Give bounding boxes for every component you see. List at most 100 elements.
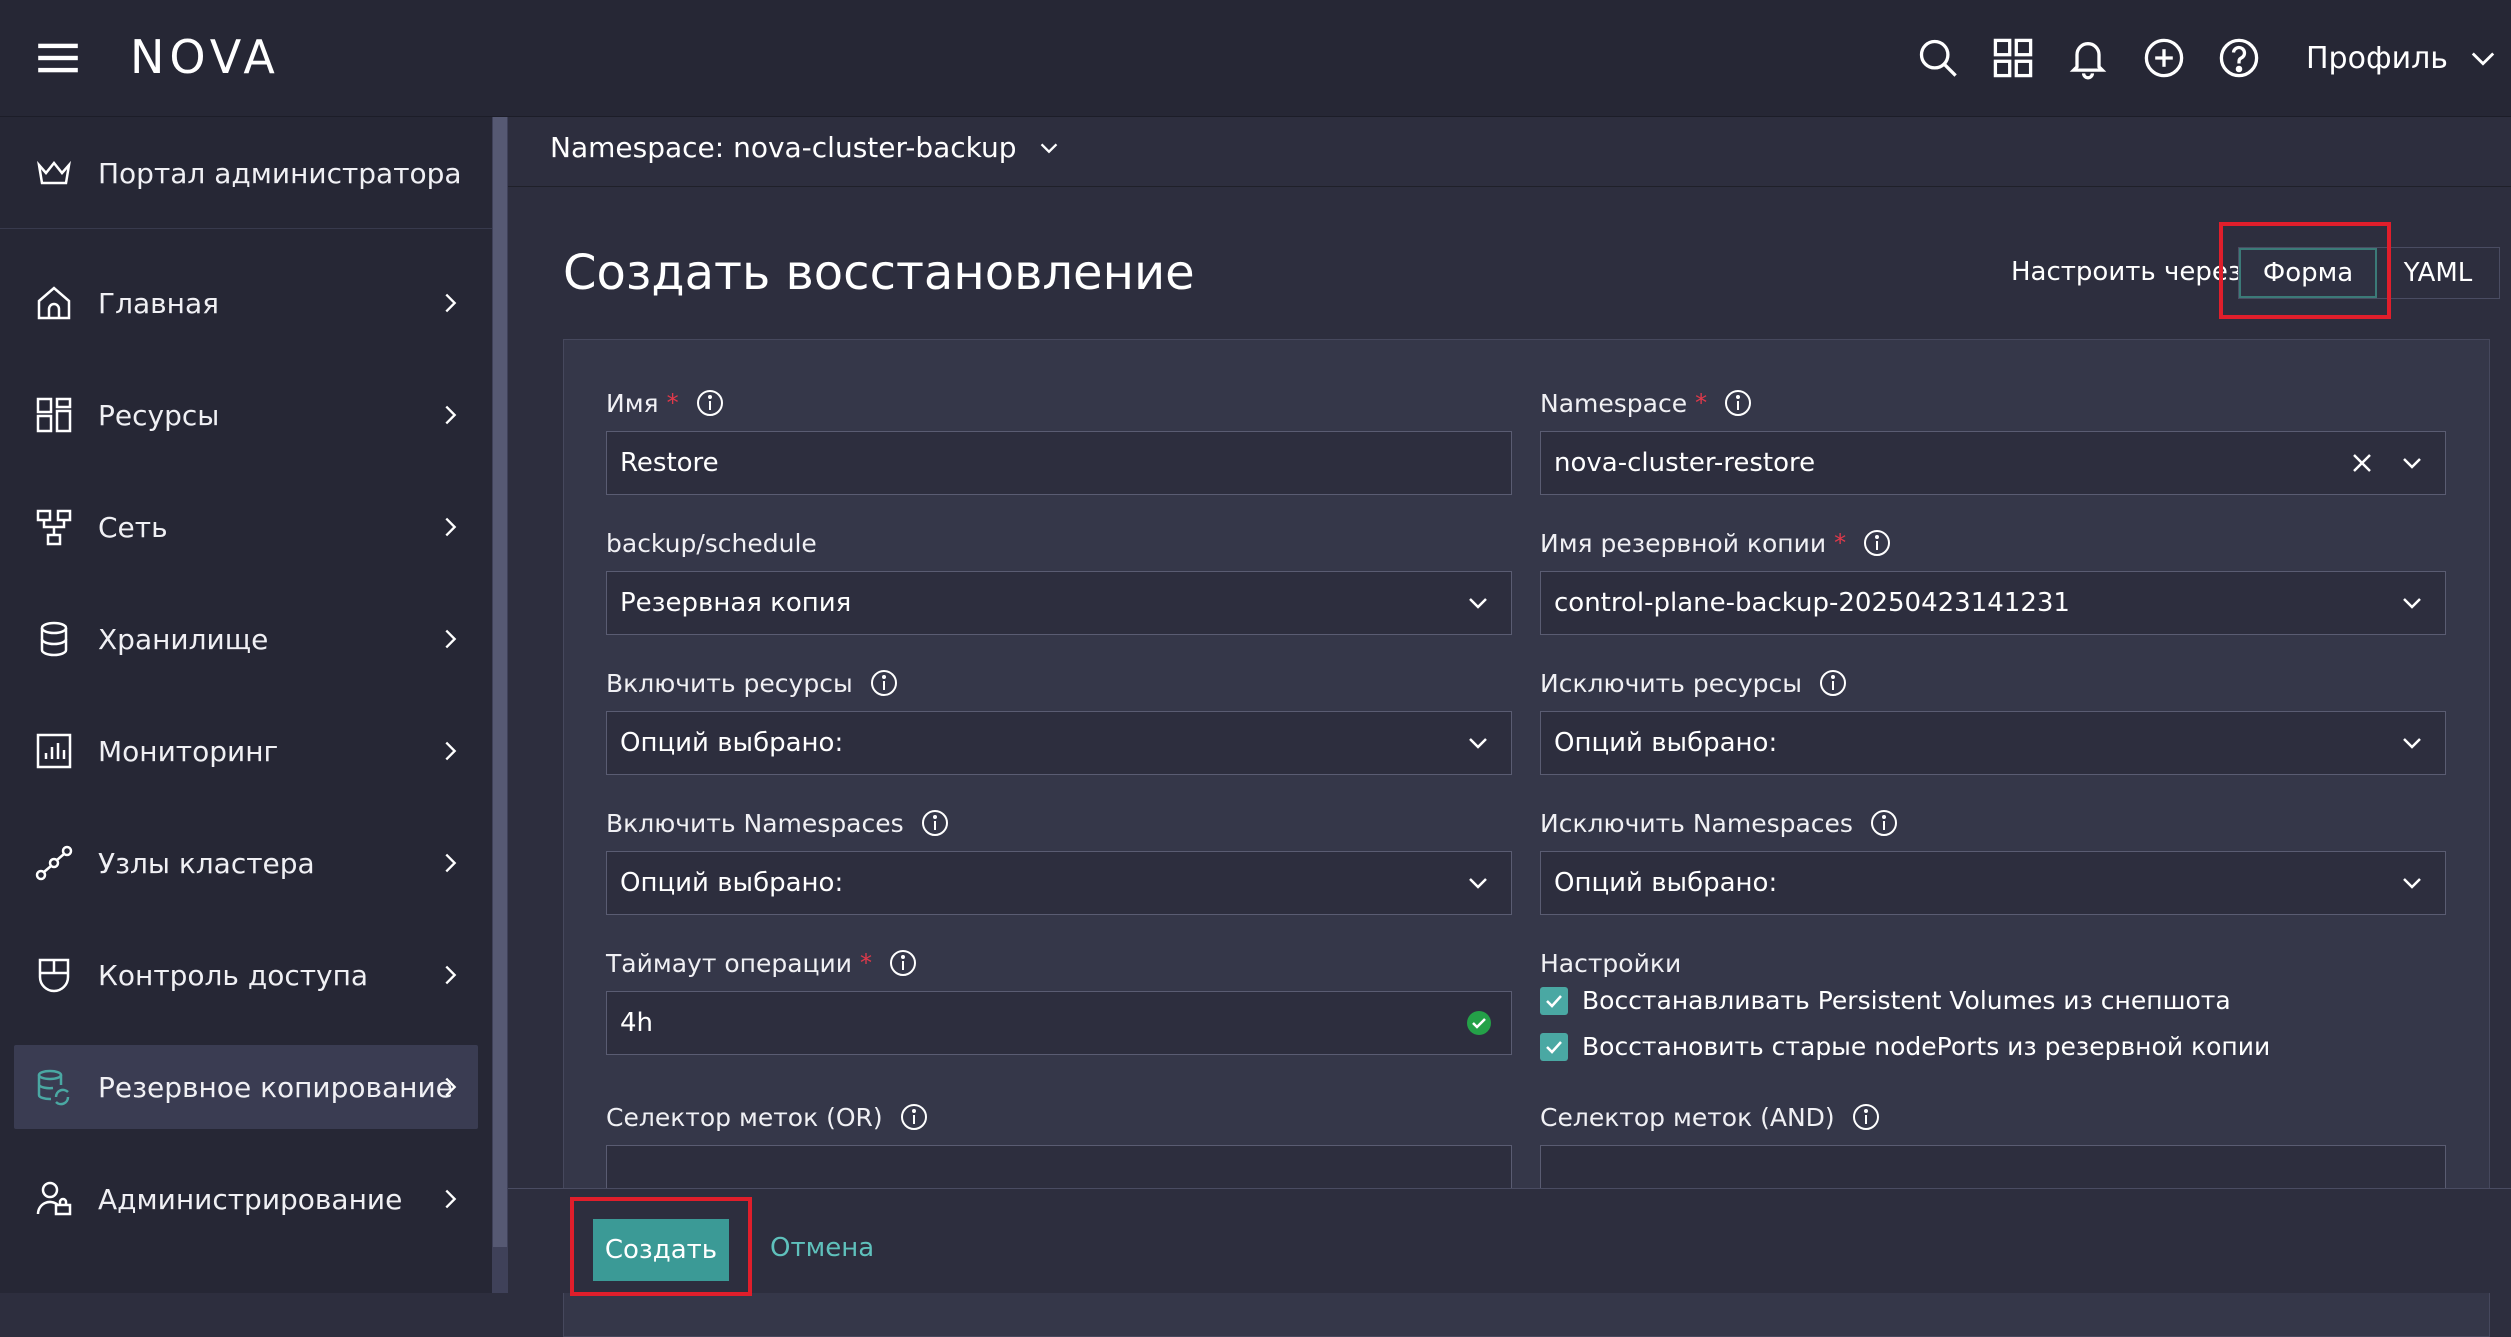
select-value: Резервная копия xyxy=(620,588,852,618)
label-text: Исключить Namespaces xyxy=(1540,808,1853,838)
info-icon[interactable] xyxy=(920,808,950,838)
label-text: Включить Namespaces xyxy=(606,808,904,838)
chevron-down-icon[interactable] xyxy=(1463,728,1493,758)
highlight-box xyxy=(570,1197,752,1296)
chevron-right-icon xyxy=(436,849,464,877)
info-icon[interactable] xyxy=(695,388,725,418)
database-icon xyxy=(34,619,74,659)
sidebar-item-home[interactable]: Главная xyxy=(14,261,478,345)
shield-icon xyxy=(34,955,74,995)
sidebar-item-monitoring[interactable]: Мониторинг xyxy=(14,709,478,793)
chevron-right-icon xyxy=(436,1185,464,1213)
select-value: Опций выбрано: xyxy=(620,728,844,758)
backup-schedule-select[interactable]: Резервная копия xyxy=(606,571,1512,635)
scrollbar-thumb[interactable] xyxy=(493,117,507,1247)
configure-via-label: Настроить через: xyxy=(2011,257,2251,287)
info-icon[interactable] xyxy=(1851,1102,1881,1132)
checkbox-label: Восстанавливать Persistent Volumes из сн… xyxy=(1582,986,2231,1015)
search-icon[interactable] xyxy=(1910,30,1966,86)
checkbox-checked-icon[interactable] xyxy=(1540,1032,1568,1061)
label-text: backup/schedule xyxy=(606,528,817,558)
info-icon[interactable] xyxy=(899,1102,929,1132)
cluster-nodes-icon xyxy=(34,843,74,883)
app-logo[interactable]: NOVA xyxy=(130,30,280,84)
label-selector-or-label: Селектор меток (OR) xyxy=(606,1100,929,1134)
chevron-down-icon[interactable] xyxy=(2397,728,2427,758)
sidebar-item-administration[interactable]: Администрирование xyxy=(14,1157,478,1241)
clear-icon[interactable] xyxy=(2349,450,2375,476)
label-text: Таймаут операции xyxy=(606,948,853,978)
timeout-label: Таймаут операции * xyxy=(606,946,918,980)
name-field-label: Имя * xyxy=(606,386,725,420)
sidebar-item-backup[interactable]: Резервное копирование xyxy=(14,1045,478,1129)
cancel-button[interactable]: Отмена xyxy=(770,1233,874,1263)
chevron-right-icon xyxy=(436,513,464,541)
hamburger-menu-icon[interactable] xyxy=(30,30,86,86)
app-switcher-icon[interactable] xyxy=(1985,30,2041,86)
exclude-namespaces-select[interactable]: Опций выбрано: xyxy=(1540,851,2446,915)
yaml-mode-button[interactable]: YAML xyxy=(2377,248,2499,298)
backup-schedule-label: backup/schedule xyxy=(606,526,817,560)
backup-name-select[interactable]: control-plane-backup-20250423141231 xyxy=(1540,571,2446,635)
checkmark-valid-icon xyxy=(1467,1011,1491,1035)
restore-nodeports-checkbox[interactable]: Восстановить старые nodePorts из резервн… xyxy=(1540,1032,2270,1061)
chevron-down-icon[interactable] xyxy=(1463,868,1493,898)
namespace-label: Namespace: nova-cluster-backup xyxy=(550,131,1017,164)
page-title: Создать восстановление xyxy=(563,245,1195,301)
name-input[interactable]: Restore xyxy=(606,431,1512,495)
namespace-selector[interactable]: Namespace: nova-cluster-backup xyxy=(550,131,1063,164)
select-value: Опций выбрано: xyxy=(1554,868,1778,898)
label-text: Namespace xyxy=(1540,388,1688,418)
sidebar-item-label: Главная xyxy=(98,286,219,320)
include-namespaces-label: Включить Namespaces xyxy=(606,806,950,840)
sidebar-item-label: Сеть xyxy=(98,510,168,544)
required-marker: * xyxy=(860,949,873,977)
notifications-bell-icon[interactable] xyxy=(2060,30,2116,86)
label-text: Исключить ресурсы xyxy=(1540,668,1802,698)
info-icon[interactable] xyxy=(1818,668,1848,698)
add-icon[interactable] xyxy=(2136,30,2192,86)
chevron-down-icon[interactable] xyxy=(2397,868,2427,898)
form-footer: Создать Отмена xyxy=(508,1188,2511,1296)
sidebar-item-admin-portal[interactable]: Портал администратора xyxy=(0,117,492,229)
chevron-down-icon[interactable] xyxy=(2397,588,2427,618)
sidebar-item-cluster-nodes[interactable]: Узлы кластера xyxy=(14,821,478,905)
profile-menu[interactable]: Профиль xyxy=(2306,32,2500,84)
info-icon[interactable] xyxy=(1723,388,1753,418)
required-marker: * xyxy=(666,389,679,417)
sidebar-item-access-control[interactable]: Контроль доступа xyxy=(14,933,478,1017)
main-content: Создать восстановление Настроить через: … xyxy=(508,187,2511,1337)
timeout-input[interactable]: 4h xyxy=(606,991,1512,1055)
info-icon[interactable] xyxy=(888,948,918,978)
resources-grid-icon xyxy=(34,395,74,435)
label-text: Селектор меток (OR) xyxy=(606,1102,883,1132)
sidebar-scrollbar[interactable] xyxy=(492,117,508,1293)
chevron-down-icon[interactable] xyxy=(1463,588,1493,618)
include-namespaces-select[interactable]: Опций выбрано: xyxy=(606,851,1512,915)
chevron-down-icon[interactable] xyxy=(2397,448,2427,478)
include-resources-select[interactable]: Опций выбрано: xyxy=(606,711,1512,775)
sidebar-item-storage[interactable]: Хранилище xyxy=(14,597,478,681)
exclude-namespaces-label: Исключить Namespaces xyxy=(1540,806,1899,840)
monitoring-chart-icon xyxy=(34,731,74,771)
sidebar-item-network[interactable]: Сеть xyxy=(14,485,478,569)
include-resources-label: Включить ресурсы xyxy=(606,666,899,700)
chevron-right-icon xyxy=(436,961,464,989)
sidebar-item-label: Администрирование xyxy=(98,1182,403,1216)
info-icon[interactable] xyxy=(1869,808,1899,838)
namespace-field-label: Namespace * xyxy=(1540,386,1753,420)
restore-pv-checkbox[interactable]: Восстанавливать Persistent Volumes из сн… xyxy=(1540,986,2231,1015)
namespace-select[interactable]: nova-cluster-restore xyxy=(1540,431,2446,495)
info-icon[interactable] xyxy=(1862,528,1892,558)
help-icon[interactable] xyxy=(2211,30,2267,86)
select-value: nova-cluster-restore xyxy=(1554,448,1816,478)
sidebar-item-label: Хранилище xyxy=(98,622,269,656)
label-text: Включить ресурсы xyxy=(606,668,853,698)
checkbox-checked-icon[interactable] xyxy=(1540,986,1568,1015)
label-text: Настройки xyxy=(1540,948,1682,978)
info-icon[interactable] xyxy=(869,668,899,698)
namespace-bar: Namespace: nova-cluster-backup xyxy=(508,117,2511,187)
exclude-resources-select[interactable]: Опций выбрано: xyxy=(1540,711,2446,775)
sidebar-item-resources[interactable]: Ресурсы xyxy=(14,373,478,457)
label-text: Имя xyxy=(606,388,659,418)
